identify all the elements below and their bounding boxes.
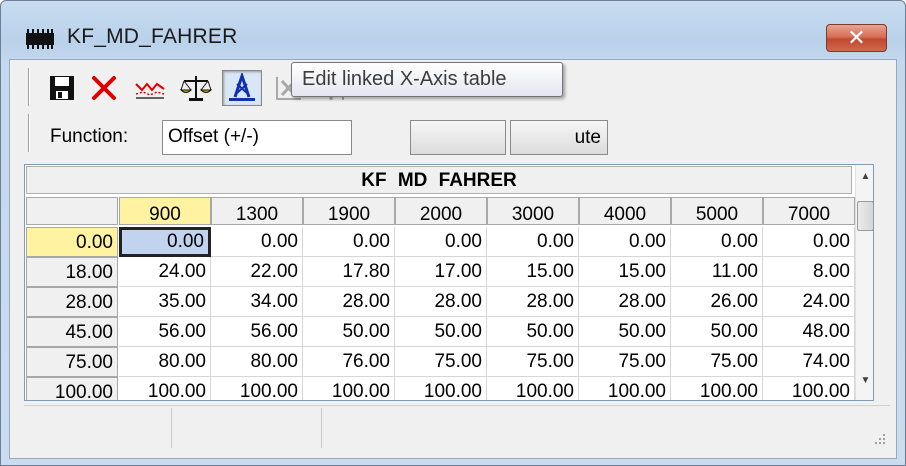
status-pane-2 xyxy=(172,408,322,448)
table-cell[interactable]: 100.00 xyxy=(579,377,671,400)
table-cell[interactable]: 24.00 xyxy=(763,287,855,317)
table-title: KF MD FAHRER xyxy=(26,166,852,194)
table-cell[interactable]: 26.00 xyxy=(671,287,763,317)
row-header[interactable]: 75.00 xyxy=(26,347,118,377)
compute-button[interactable]: ute xyxy=(510,120,608,155)
table-cell[interactable]: 50.00 xyxy=(487,317,579,347)
table-corner xyxy=(26,197,118,225)
table-cell[interactable]: 0.00 xyxy=(579,227,671,257)
function-label: Function: xyxy=(50,126,129,147)
table-cell[interactable]: 74.00 xyxy=(763,347,855,377)
table-cell[interactable]: 100.00 xyxy=(303,377,395,400)
table-cell[interactable]: 0.00 xyxy=(671,227,763,257)
column-header[interactable]: 4000 xyxy=(579,197,671,225)
table-cell[interactable]: 8.00 xyxy=(763,257,855,287)
table-cell[interactable]: 56.00 xyxy=(211,317,303,347)
table-cell[interactable]: 17.00 xyxy=(395,257,487,287)
chart-button[interactable] xyxy=(130,70,170,106)
table-cell[interactable]: 75.00 xyxy=(395,347,487,377)
table-cell[interactable]: 28.00 xyxy=(395,287,487,317)
column-header[interactable]: 5000 xyxy=(671,197,763,225)
table-cell[interactable]: 50.00 xyxy=(579,317,671,347)
toolbar-separator xyxy=(28,68,30,106)
table-cell[interactable]: 0.00 xyxy=(487,227,579,257)
tooltip: Edit linked X-Axis table xyxy=(291,62,563,97)
status-pane-1 xyxy=(24,408,172,448)
function-toolbar: Function: Offset (+/-) ute xyxy=(24,112,884,155)
table-cell[interactable]: 28.00 xyxy=(579,287,671,317)
close-button[interactable]: ✕ xyxy=(826,24,887,52)
function-select[interactable]: Offset (+/-) xyxy=(162,120,352,155)
scroll-thumb[interactable] xyxy=(857,201,873,231)
column-header[interactable]: 2000 xyxy=(395,197,487,225)
save-button[interactable] xyxy=(42,70,82,106)
table-cell[interactable]: 24.00 xyxy=(119,257,211,287)
scroll-down-icon[interactable]: ▼ xyxy=(858,375,873,390)
table-cell[interactable]: 80.00 xyxy=(119,347,211,377)
column-header[interactable]: 900 xyxy=(119,197,211,225)
column-header[interactable]: 7000 xyxy=(763,197,855,225)
resize-grip-icon[interactable] xyxy=(874,433,886,445)
balance-scale-icon xyxy=(180,76,212,101)
table-cell[interactable]: 80.00 xyxy=(211,347,303,377)
table-cell[interactable]: 75.00 xyxy=(487,347,579,377)
table-cell[interactable]: 100.00 xyxy=(119,377,211,400)
table-cell[interactable]: 100.00 xyxy=(671,377,763,400)
function-value-button[interactable] xyxy=(410,120,506,155)
chip-icon xyxy=(26,29,54,49)
status-bar xyxy=(24,405,890,449)
table-cell[interactable]: 15.00 xyxy=(579,257,671,287)
table-cell[interactable]: 75.00 xyxy=(671,347,763,377)
table-cell[interactable]: 48.00 xyxy=(763,317,855,347)
edit-x-axis-button[interactable] xyxy=(222,70,262,106)
row-header[interactable]: 18.00 xyxy=(26,257,118,287)
vertical-scrollbar[interactable]: ▲ ▼ xyxy=(855,165,873,400)
selected-cell[interactable]: 0.00 xyxy=(119,227,211,257)
column-header[interactable]: 1900 xyxy=(303,197,395,225)
table-cell[interactable]: 17.80 xyxy=(303,257,395,287)
table-cell[interactable]: 56.00 xyxy=(119,317,211,347)
table-cell[interactable]: 100.00 xyxy=(211,377,303,400)
row-header[interactable]: 28.00 xyxy=(26,287,118,317)
table-cell[interactable]: 22.00 xyxy=(211,257,303,287)
save-icon xyxy=(50,76,74,100)
row-header[interactable]: 0.00 xyxy=(26,227,118,257)
balance-button[interactable] xyxy=(176,70,216,106)
table-cell[interactable]: 11.00 xyxy=(671,257,763,287)
line-chart-icon xyxy=(135,82,165,99)
table-cell[interactable]: 100.00 xyxy=(487,377,579,400)
toolbar-separator xyxy=(28,114,30,152)
table-cell[interactable]: 28.00 xyxy=(303,287,395,317)
x-axis-table-icon xyxy=(229,73,255,101)
map-grid: KF MD FAHRER 900 1300 1900 2000 3000 4000 5000… xyxy=(25,165,855,400)
delete-button[interactable] xyxy=(84,70,124,106)
table-cell[interactable]: 15.00 xyxy=(487,257,579,287)
column-header[interactable]: 1300 xyxy=(211,197,303,225)
table-cell[interactable]: 100.00 xyxy=(763,377,855,400)
map-table: KF MD FAHRER 900 1300 1900 2000 3000 4000 5000… xyxy=(24,164,874,401)
table-cell[interactable]: 50.00 xyxy=(395,317,487,347)
table-cell[interactable]: 76.00 xyxy=(303,347,395,377)
table-cell[interactable]: 0.00 xyxy=(395,227,487,257)
delete-icon xyxy=(92,76,116,100)
scroll-up-icon[interactable]: ▲ xyxy=(858,171,873,186)
table-cell[interactable]: 28.00 xyxy=(487,287,579,317)
row-header[interactable]: 100.00 xyxy=(26,377,118,400)
table-cell[interactable]: 0.00 xyxy=(211,227,303,257)
column-header[interactable]: 3000 xyxy=(487,197,579,225)
window-client-area: Function: Offset (+/-) ute KF MD FAHRER … xyxy=(9,59,897,459)
table-cell[interactable]: 50.00 xyxy=(671,317,763,347)
table-cell[interactable]: 0.00 xyxy=(303,227,395,257)
row-header[interactable]: 45.00 xyxy=(26,317,118,347)
table-cell[interactable]: 100.00 xyxy=(395,377,487,400)
table-cell[interactable]: 50.00 xyxy=(303,317,395,347)
table-cell[interactable]: 35.00 xyxy=(119,287,211,317)
window-title: KF_MD_FAHRER xyxy=(67,25,238,48)
table-cell[interactable]: 0.00 xyxy=(763,227,855,257)
title-bar[interactable]: KF_MD_FAHRER ✕ xyxy=(1,1,905,59)
table-cell[interactable]: 75.00 xyxy=(579,347,671,377)
table-cell[interactable]: 34.00 xyxy=(211,287,303,317)
